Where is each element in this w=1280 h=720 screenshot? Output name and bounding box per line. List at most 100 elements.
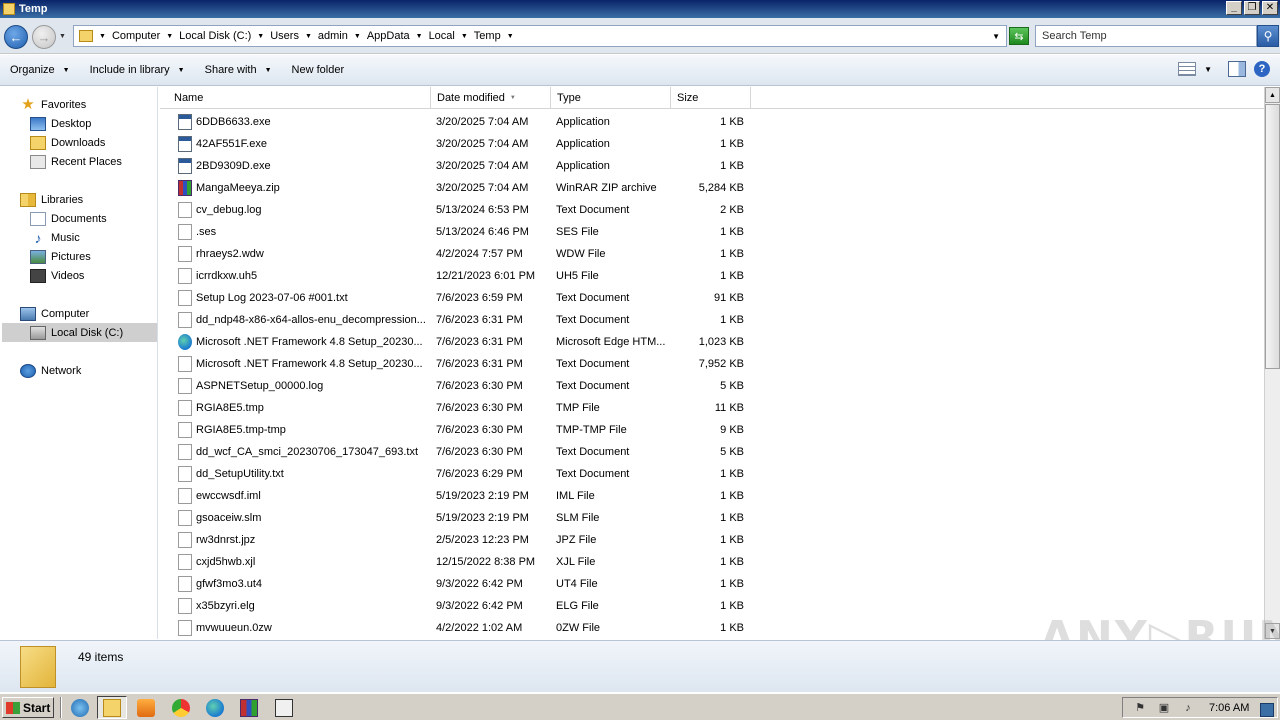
network-tray-icon[interactable]: ▣ [1157, 701, 1171, 715]
internet-explorer-icon[interactable] [71, 699, 89, 717]
chevron-down-icon[interactable]: ▼ [354, 33, 361, 40]
nav-item-music[interactable]: ♪ Music [30, 228, 80, 247]
include-in-library-menu[interactable]: Include in library ▼ [80, 64, 195, 76]
file-row[interactable]: 6DDB6633.exe 3/20/2025 7:04 AM Application… [160, 111, 1264, 133]
file-row[interactable]: rw3dnrst.jpz 2/5/2023 12:23 PM JPZ File 1 K… [160, 529, 1264, 551]
file-row[interactable]: rhraeys2.wdw 4/2/2024 7:57 PM WDW File 1 KB [160, 243, 1264, 265]
show-desktop-icon[interactable] [1260, 703, 1274, 717]
breadcrumb-item-admin[interactable]: admin ▼ [318, 30, 367, 42]
file-row[interactable]: Setup Log 2023-07-06 #001.txt 7/6/2023 6:… [160, 287, 1264, 309]
chevron-down-icon[interactable]: ▼ [416, 33, 423, 40]
search-input[interactable]: Search Temp [1035, 25, 1257, 47]
hard-disk-icon [30, 325, 46, 340]
column-label: Name [174, 92, 204, 104]
file-type: XJL File [556, 556, 596, 568]
action-center-flag-icon[interactable]: ⚑ [1133, 701, 1147, 715]
application-icon[interactable] [275, 699, 293, 717]
scroll-thumb[interactable] [1265, 104, 1280, 369]
breadcrumb-item-appdata[interactable]: AppData ▼ [367, 30, 429, 42]
file-row[interactable]: icrrdkxw.uh5 12/21/2023 6:01 PM UH5 File 1 … [160, 265, 1264, 287]
file-row[interactable]: gfwf3mo3.ut4 9/3/2022 6:42 PM UT4 File 1 KB [160, 573, 1264, 595]
preview-pane-icon[interactable] [1228, 61, 1246, 77]
file-row[interactable]: gsoaceiw.slm 5/19/2023 2:19 PM SLM File 1 K… [160, 507, 1264, 529]
nav-item-desktop[interactable]: Desktop [30, 114, 91, 133]
close-button[interactable]: ✕ [1262, 1, 1278, 15]
file-row[interactable]: RGIA8E5.tmp 7/6/2023 6:30 PM TMP File 11 KB [160, 397, 1264, 419]
file-size: 91 KB [714, 292, 744, 304]
breadcrumb-item-computer[interactable]: Computer ▼ [112, 30, 179, 42]
file-type: TMP-TMP File [556, 424, 627, 436]
file-row[interactable]: ASPNETSetup_00000.log 7/6/2023 6:30 PM Tex… [160, 375, 1264, 397]
file-row[interactable]: MangaMeeya.zip 3/20/2025 7:04 AM WinRAR ZI… [160, 177, 1264, 199]
scroll-up-button[interactable]: ▲ [1265, 87, 1280, 103]
breadcrumb-item-users[interactable]: Users ▼ [270, 30, 318, 42]
clock[interactable]: 7:06 AM [1209, 702, 1249, 714]
file-row[interactable]: dd_ndp48-x86-x64-allos-enu_decompression… [160, 309, 1264, 331]
application-file-icon [178, 114, 192, 130]
file-name-cell: cv_debug.log [178, 199, 428, 221]
recent-pages-dropdown-icon[interactable]: ▼ [59, 33, 66, 40]
help-icon[interactable]: ? [1254, 61, 1270, 77]
file-row[interactable]: cv_debug.log 5/13/2024 6:53 PM Text Docume… [160, 199, 1264, 221]
search-button[interactable]: ⚲ [1257, 25, 1279, 47]
column-header-date-modified[interactable]: Date modified ▼ [431, 87, 551, 109]
share-with-menu[interactable]: Share with ▼ [195, 64, 282, 76]
nav-item-documents[interactable]: Documents [30, 209, 107, 228]
refresh-button[interactable]: ⇆ [1009, 27, 1029, 45]
address-bar[interactable]: ▼ Computer ▼ Local Disk (C:) ▼ Users ▼ admi… [73, 25, 1007, 47]
breadcrumb-root-arrow[interactable]: ▼ [99, 33, 112, 40]
breadcrumb-item-local-disk[interactable]: Local Disk (C:) ▼ [179, 30, 270, 42]
chevron-down-icon[interactable]: ▼ [166, 33, 173, 40]
winrar-icon[interactable] [240, 699, 258, 717]
media-player-icon[interactable] [137, 699, 155, 717]
document-file-icon [178, 510, 192, 526]
back-button[interactable]: ← [4, 25, 28, 49]
nav-item-computer[interactable]: Computer [20, 304, 89, 323]
file-row[interactable]: Microsoft .NET Framework 4.8 Setup_20230… [160, 331, 1264, 353]
forward-button[interactable]: → [32, 25, 56, 49]
chevron-down-icon[interactable]: ▼ [305, 33, 312, 40]
chevron-down-icon[interactable]: ▼ [507, 33, 514, 40]
minimize-button[interactable]: _ [1226, 1, 1242, 15]
nav-item-recent-places[interactable]: Recent Places [30, 152, 122, 171]
document-file-icon [178, 598, 192, 614]
column-header-name[interactable]: Name [168, 87, 431, 109]
nav-item-libraries[interactable]: Libraries [20, 190, 83, 209]
new-folder-button[interactable]: New folder [282, 64, 355, 76]
nav-item-videos[interactable]: Videos [30, 266, 84, 285]
edge-icon[interactable] [206, 699, 224, 717]
nav-item-network[interactable]: Network [20, 361, 81, 380]
address-bar-area: ← → ▼ ▼ Computer ▼ Local Disk (C:) ▼ Users… [0, 18, 1280, 54]
file-row[interactable]: cxjd5hwb.xjl 12/15/2022 8:38 PM XJL File 1 … [160, 551, 1264, 573]
column-header-size[interactable]: Size [671, 87, 751, 109]
folder-icon [79, 30, 93, 42]
chevron-down-icon[interactable]: ▼ [257, 33, 264, 40]
organize-menu[interactable]: Organize ▼ [0, 64, 80, 76]
chevron-down-icon[interactable]: ▼ [461, 33, 468, 40]
volume-icon[interactable]: ♪ [1181, 701, 1195, 715]
nav-item-local-disk[interactable]: Local Disk (C:) [2, 323, 157, 342]
windows-explorer-icon[interactable] [103, 699, 121, 717]
file-row[interactable]: ewccwsdf.iml 5/19/2023 2:19 PM IML File 1 K… [160, 485, 1264, 507]
breadcrumb-item-local[interactable]: Local ▼ [429, 30, 474, 42]
file-row[interactable]: .ses 5/13/2024 6:46 PM SES File 1 KB [160, 221, 1264, 243]
file-row[interactable]: 2BD9309D.exe 3/20/2025 7:04 AM Application… [160, 155, 1264, 177]
file-row[interactable]: dd_SetupUtility.txt 7/6/2023 6:29 PM Text … [160, 463, 1264, 485]
file-row[interactable]: 42AF551F.exe 3/20/2025 7:04 AM Application… [160, 133, 1264, 155]
address-history-dropdown-icon[interactable]: ▼ [992, 32, 1000, 41]
vertical-scrollbar[interactable]: ▲ ▼ [1264, 87, 1280, 639]
chrome-icon[interactable] [172, 699, 190, 717]
file-row[interactable]: Microsoft .NET Framework 4.8 Setup_20230… [160, 353, 1264, 375]
view-options-dropdown-icon[interactable]: ▼ [1204, 65, 1212, 74]
nav-item-favorites[interactable]: ★ Favorites [20, 95, 86, 114]
change-view-icon[interactable] [1178, 62, 1197, 76]
file-row[interactable]: dd_wcf_CA_smci_20230706_173047_693.txt 7/… [160, 441, 1264, 463]
nav-item-pictures[interactable]: Pictures [30, 247, 91, 266]
restore-button[interactable]: ❐ [1244, 1, 1260, 15]
file-row[interactable]: RGIA8E5.tmp-tmp 7/6/2023 6:30 PM TMP-TMP F… [160, 419, 1264, 441]
column-header-type[interactable]: Type [551, 87, 671, 109]
breadcrumb-item-temp[interactable]: Temp ▼ [474, 30, 520, 42]
file-size: 2 KB [720, 204, 744, 216]
start-button[interactable]: Start [2, 697, 54, 718]
nav-item-downloads[interactable]: Downloads [30, 133, 105, 152]
